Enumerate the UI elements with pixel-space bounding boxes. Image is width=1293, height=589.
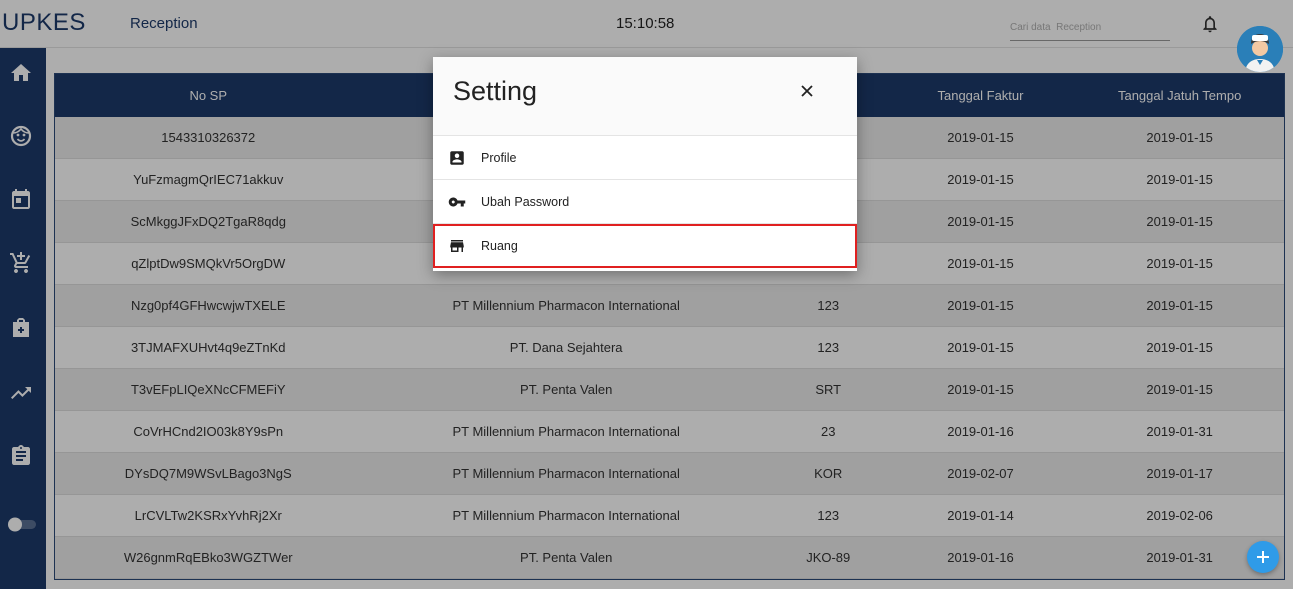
menu-item-label: Profile xyxy=(481,150,517,165)
dialog-header: Setting xyxy=(433,57,857,136)
menu-item-room[interactable]: Ruang xyxy=(433,224,857,268)
menu-item-change-password[interactable]: Ubah Password xyxy=(433,180,857,224)
menu-item-label: Ubah Password xyxy=(481,194,570,209)
add-button[interactable] xyxy=(1247,541,1279,573)
menu-item-label: Ruang xyxy=(481,238,518,253)
avatar[interactable] xyxy=(1237,26,1283,72)
menu-item-profile[interactable]: Profile xyxy=(433,136,857,180)
store-icon xyxy=(448,237,466,255)
settings-dialog: Setting Profile Ubah Password Ruang xyxy=(433,57,857,271)
key-icon xyxy=(448,193,466,211)
account-box-icon xyxy=(448,149,466,167)
dialog-title: Setting xyxy=(453,76,538,106)
close-icon xyxy=(801,85,813,97)
plus-icon xyxy=(1257,551,1269,563)
close-button[interactable] xyxy=(795,79,819,103)
